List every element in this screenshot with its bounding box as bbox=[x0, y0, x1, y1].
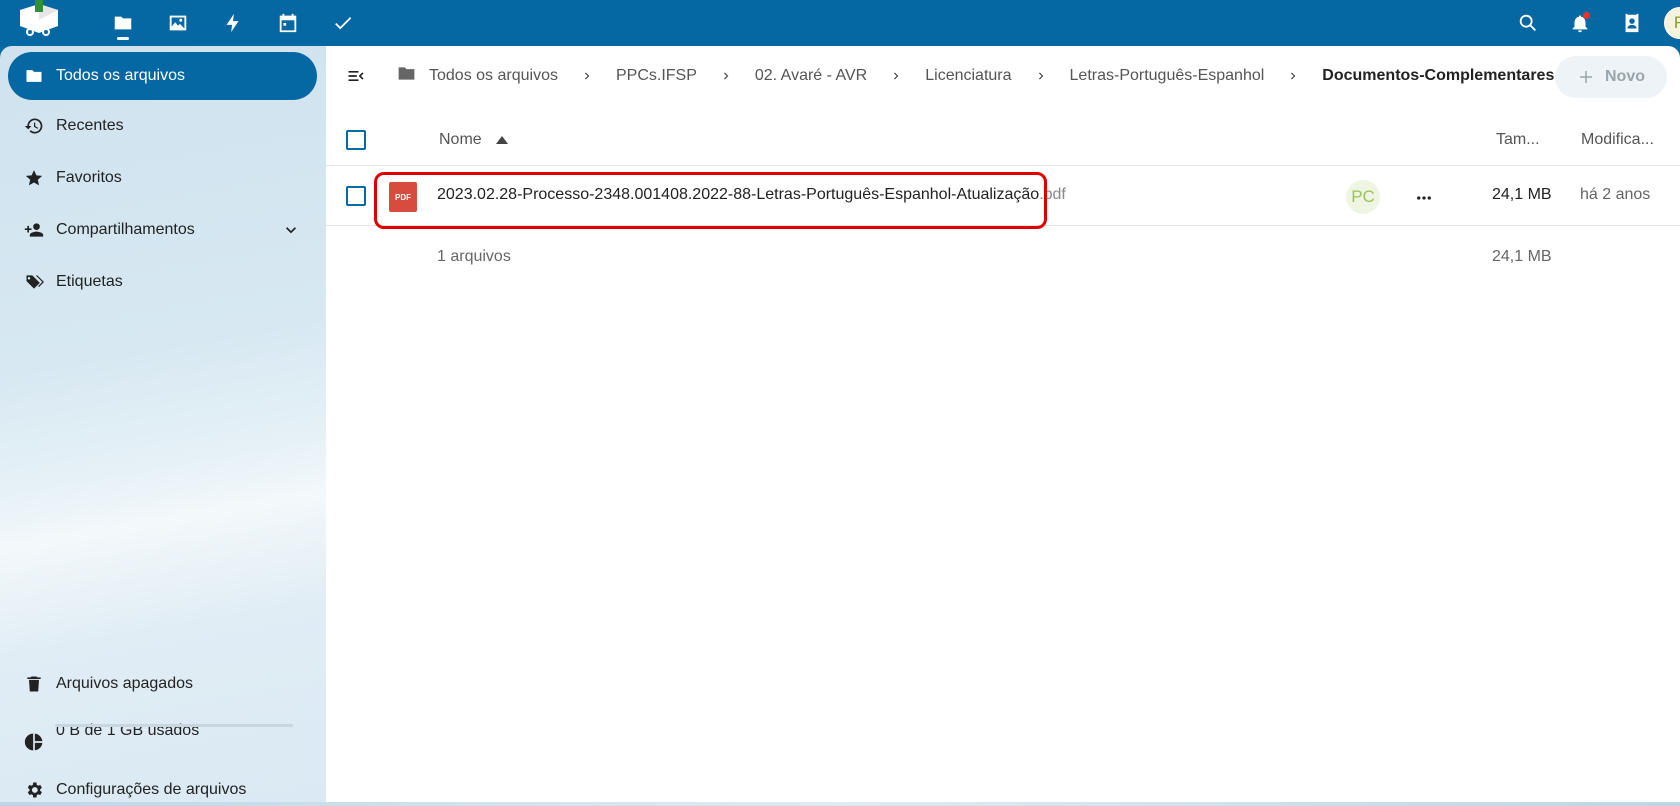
file-size: 24,1 MB bbox=[1492, 186, 1552, 203]
summary-size: 24,1 MB bbox=[1492, 248, 1552, 265]
folder-icon bbox=[114, 16, 131, 30]
lightning-icon bbox=[226, 13, 238, 33]
breadcrumb-label: PPCs.IFSP bbox=[615, 67, 697, 84]
breadcrumb-label: 02. Avaré - AVR bbox=[754, 67, 868, 84]
sidebar-item-label: Recentes bbox=[56, 117, 124, 134]
more-horizontal-icon bbox=[1417, 196, 1431, 200]
breadcrumb-label: Documentos-Complementares bbox=[1322, 67, 1555, 84]
storage-quota: 0 B de 1 GB usados bbox=[8, 712, 317, 760]
row-checkbox[interactable] bbox=[346, 186, 366, 206]
sidebar-item-label: Configurações de arquivos bbox=[56, 781, 247, 798]
sidebar-item-label: Todos os arquivos bbox=[56, 67, 185, 84]
calendar-app-button[interactable] bbox=[260, 0, 315, 46]
sort-by-name[interactable]: Nome bbox=[439, 131, 508, 149]
column-header-modified[interactable]: Modifica... bbox=[1581, 131, 1654, 149]
sidebar-item-favorites[interactable]: Favoritos bbox=[8, 154, 317, 202]
logo[interactable] bbox=[14, 0, 64, 38]
history-icon bbox=[24, 118, 43, 134]
chevron-right-icon bbox=[889, 69, 903, 83]
sidebar-item-label: Compartilhamentos bbox=[56, 221, 195, 238]
chevron-right-icon bbox=[719, 69, 733, 83]
gear-icon bbox=[27, 782, 42, 798]
activity-app-button[interactable] bbox=[205, 0, 260, 46]
notifications-button[interactable] bbox=[1554, 0, 1606, 46]
sidebar-item-label: Favoritos bbox=[56, 169, 122, 186]
sidebar: Todos os arquivos Recentes Favoritos Com… bbox=[0, 46, 326, 802]
breadcrumb-item[interactable]: PPCs.IFSP bbox=[616, 67, 697, 85]
photos-app-button[interactable] bbox=[150, 0, 205, 46]
sidebar-item-trash[interactable]: Arquivos apagados bbox=[8, 660, 317, 708]
tasks-app-button[interactable] bbox=[315, 0, 370, 46]
checkmark-icon bbox=[334, 17, 351, 30]
file-list-header: Nome Tam... Modifica... bbox=[326, 112, 1680, 166]
breadcrumb: Todos os arquivos PPCs.IFSP 02. Avaré - … bbox=[396, 60, 1554, 92]
main-content: Todos os arquivos PPCs.IFSP 02. Avaré - … bbox=[326, 46, 1680, 802]
sidebar-item-all-files[interactable]: Todos os arquivos bbox=[8, 52, 317, 100]
select-all-checkbox[interactable] bbox=[346, 130, 366, 150]
breadcrumb-item[interactable]: 02. Avaré - AVR bbox=[755, 67, 867, 85]
quota-progress-bar bbox=[55, 724, 293, 727]
user-avatar[interactable]: R bbox=[1664, 7, 1680, 39]
contacts-button[interactable] bbox=[1606, 0, 1658, 46]
share-user-icon bbox=[24, 223, 44, 237]
file-list-summary: 1 arquivos 24,1 MB bbox=[326, 226, 1680, 286]
summary-count: 1 arquivos bbox=[437, 248, 511, 265]
chevron-down-icon[interactable] bbox=[281, 220, 301, 240]
sidebar-item-label: Etiquetas bbox=[56, 273, 123, 290]
calendar-icon bbox=[279, 13, 296, 33]
folder-icon bbox=[396, 63, 429, 89]
contacts-icon bbox=[1625, 13, 1639, 33]
folder-icon bbox=[26, 70, 42, 82]
sort-ascending-icon bbox=[495, 136, 508, 144]
sidebar-item-shares[interactable]: Compartilhamentos bbox=[8, 206, 317, 254]
chevron-right-icon bbox=[1286, 69, 1300, 83]
column-header-name: Nome bbox=[439, 131, 482, 148]
notification-dot bbox=[1583, 12, 1590, 19]
search-icon bbox=[1519, 14, 1536, 31]
menu-collapse-icon bbox=[348, 71, 364, 81]
header-actions: R bbox=[1502, 0, 1680, 46]
files-app-button[interactable] bbox=[95, 0, 150, 46]
trash-icon bbox=[27, 676, 41, 692]
table-row[interactable]: PDF 2023.02.28-Processo-2348.001408.2022… bbox=[326, 166, 1680, 229]
breadcrumb-label: Letras-Português-Espanhol bbox=[1069, 67, 1265, 84]
files-window: Todos os arquivos Recentes Favoritos Com… bbox=[0, 46, 1680, 802]
shared-by-avatar[interactable]: PC bbox=[1346, 180, 1380, 214]
toggle-sidebar-button[interactable] bbox=[340, 60, 372, 92]
chevron-right-icon bbox=[1034, 69, 1048, 83]
breadcrumb-label: Licenciatura bbox=[925, 67, 1012, 84]
breadcrumb-item[interactable]: Licenciatura bbox=[925, 67, 1011, 85]
breadcrumb-item-root[interactable]: Todos os arquivos bbox=[396, 63, 558, 89]
breadcrumb-item[interactable]: Letras-Português-Espanhol bbox=[1070, 67, 1265, 85]
sidebar-item-settings[interactable]: Configurações de arquivos bbox=[8, 766, 317, 802]
pie-chart-icon bbox=[24, 733, 43, 751]
chevron-right-icon bbox=[580, 69, 594, 83]
column-header-size[interactable]: Tam... bbox=[1496, 131, 1540, 149]
more-actions-button[interactable] bbox=[1410, 184, 1438, 212]
sidebar-item-recent[interactable]: Recentes bbox=[8, 102, 317, 150]
tag-icon bbox=[25, 275, 44, 289]
breadcrumb-label: Todos os arquivos bbox=[429, 67, 558, 84]
image-icon bbox=[169, 15, 186, 31]
sidebar-item-tags[interactable]: Etiquetas bbox=[8, 258, 317, 306]
breadcrumb-item-current[interactable]: Documentos-Complementares bbox=[1322, 67, 1554, 85]
highlight-annotation bbox=[374, 172, 1047, 229]
new-button[interactable]: Novo bbox=[1555, 56, 1667, 98]
new-button-label: Novo bbox=[1605, 68, 1645, 85]
search-button[interactable] bbox=[1502, 0, 1554, 46]
plus-icon bbox=[1580, 71, 1592, 83]
app-navigation bbox=[95, 0, 370, 46]
window-bottom-edge bbox=[0, 802, 1680, 806]
sidebar-item-label: Arquivos apagados bbox=[56, 675, 193, 692]
file-modified: há 2 anos bbox=[1580, 186, 1651, 203]
top-header: R bbox=[0, 0, 1680, 46]
star-icon bbox=[25, 170, 43, 186]
